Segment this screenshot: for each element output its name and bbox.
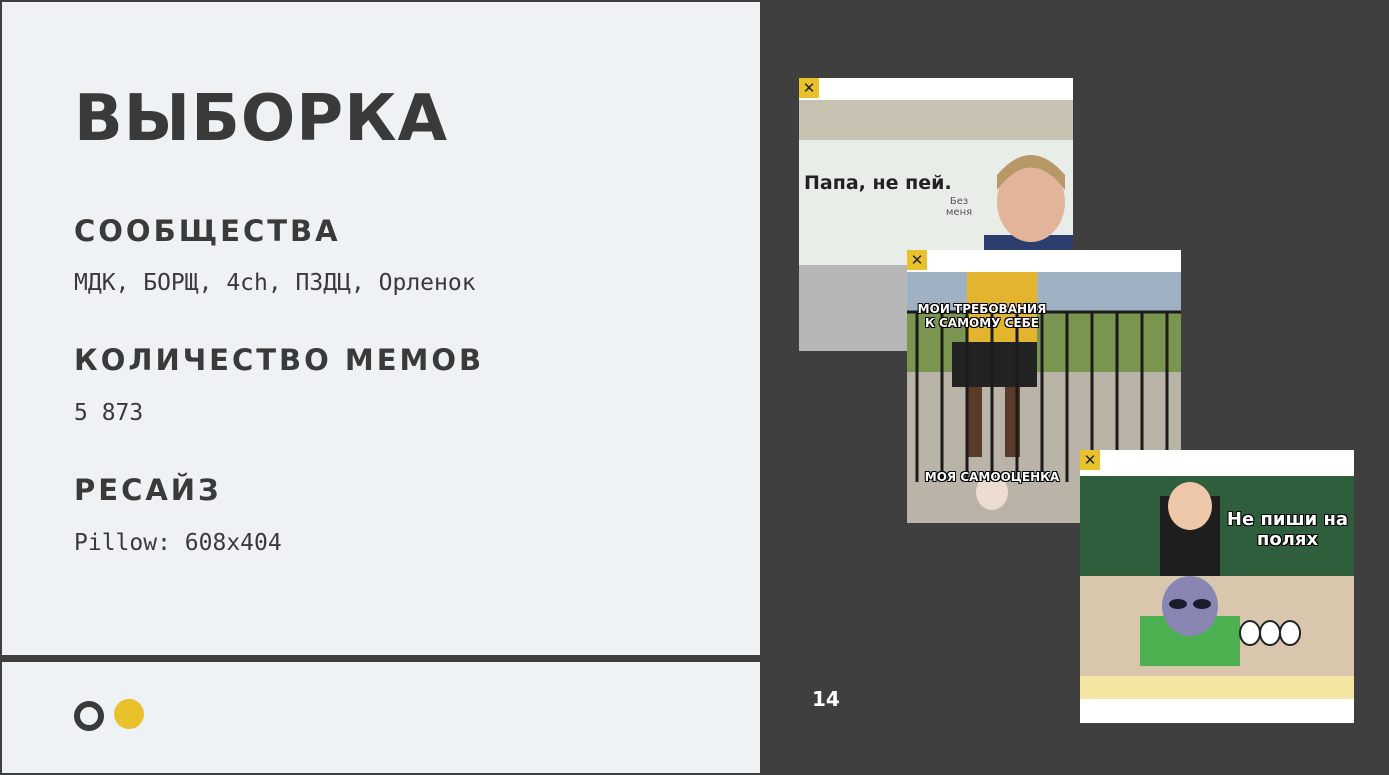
section-value-communities: МДК, БОРЩ, 4ch, ПЗДЦ, Орленок: [74, 270, 476, 296]
close-icon[interactable]: ✕: [1080, 450, 1100, 470]
yellow-dot-icon: [114, 699, 144, 729]
ring-dot-icon: [74, 701, 104, 731]
meme-card-3: ✕ Не пиши на полях: [1080, 450, 1354, 723]
meme-caption-top-2: МОИ ТРЕБОВАНИЯ К САМОМУ СЕБЕ: [917, 302, 1047, 330]
card-titlebar: [1080, 450, 1354, 470]
meme-caption-1: Папа, не пей.: [804, 172, 952, 194]
section-heading-meme-count: КОЛИЧЕСТВО МЕМОВ: [74, 343, 485, 377]
section-heading-resize: РЕСАЙЗ: [74, 473, 222, 507]
section-value-resize: Pillow: 608x404: [74, 530, 282, 556]
close-icon[interactable]: ✕: [799, 78, 819, 98]
card-titlebar: [799, 78, 1073, 98]
card-titlebar: [907, 250, 1181, 270]
meme-caption-3: Не пиши на полях: [1226, 509, 1349, 550]
section-value-meme-count: 5 873: [74, 400, 144, 426]
slide-title: ВЫБОРКА: [74, 82, 449, 156]
meme-scribble-1: Без меня: [945, 196, 973, 218]
close-icon[interactable]: ✕: [907, 250, 927, 270]
section-heading-communities: СООБЩЕСТВА: [74, 214, 341, 248]
meme-image-3: Не пиши на полях: [1080, 476, 1354, 699]
page-number: 14: [812, 687, 840, 711]
meme-caption-bottom-2: МОЯ САМООЦЕНКА: [924, 470, 1060, 484]
